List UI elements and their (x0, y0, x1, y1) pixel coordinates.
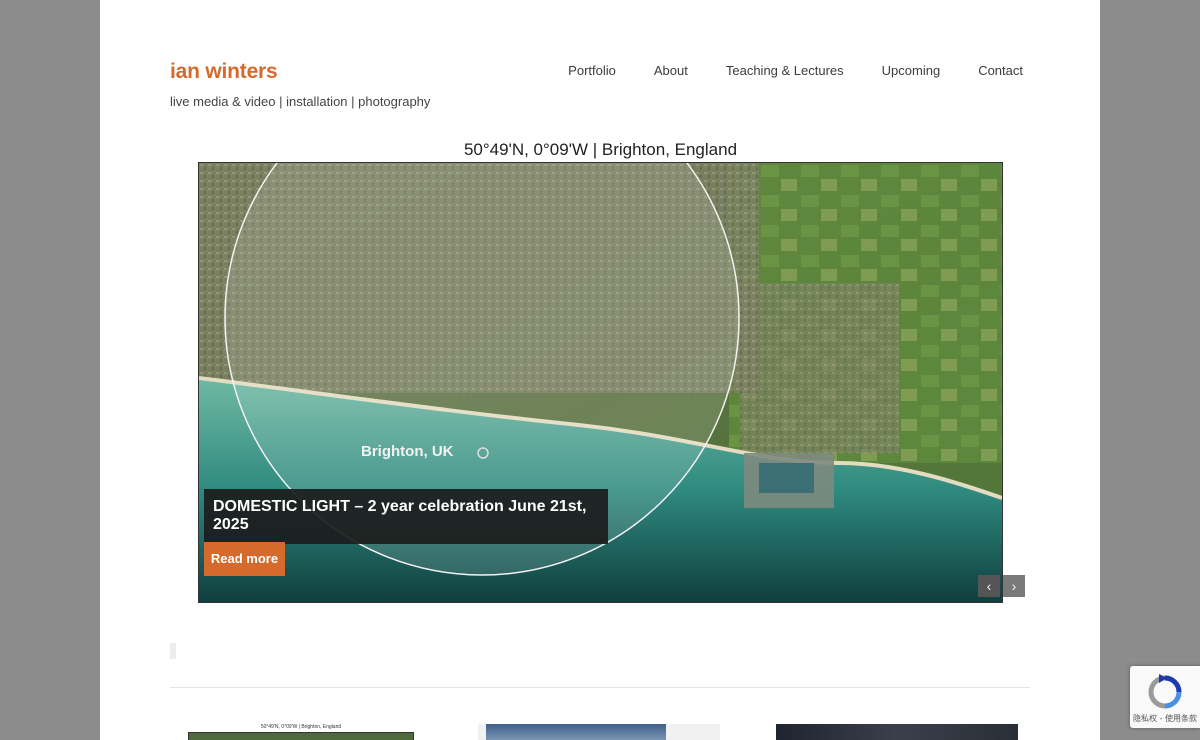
slide-image-header: 50°49'N, 0°09'W | Brighton, England (198, 138, 1003, 162)
slider-next-button[interactable]: › (1003, 575, 1025, 597)
site-tagline: live media & video | installation | phot… (170, 94, 431, 109)
read-more-button[interactable]: Read more (204, 542, 285, 576)
thumbnail-image (188, 732, 414, 740)
main-nav: Portfolio About Teaching & Lectures Upco… (568, 63, 1023, 78)
slide-image-header-text: 50°49'N, 0°09'W | Brighton, England (463, 140, 738, 159)
chevron-right-icon: › (1011, 578, 1017, 594)
section-divider (170, 687, 1030, 688)
thumbnail-image (776, 724, 1018, 740)
portfolio-thumbnail[interactable] (478, 724, 720, 740)
recaptcha-terms-text[interactable]: 隐私权 - 使用条款 (1130, 713, 1200, 724)
nav-item-teaching-lectures[interactable]: Teaching & Lectures (726, 63, 844, 78)
portfolio-thumbnail[interactable] (776, 724, 1018, 740)
recaptcha-icon (1148, 674, 1182, 709)
nav-item-portfolio[interactable]: Portfolio (568, 63, 616, 78)
thumbnail-caption: 50°49'N, 0°09'W | Brighton, England (260, 724, 342, 730)
thumbnail-image (486, 724, 666, 740)
nav-item-upcoming[interactable]: Upcoming (882, 63, 941, 78)
nav-item-contact[interactable]: Contact (978, 63, 1023, 78)
nav-item-about[interactable]: About (654, 63, 688, 78)
recaptcha-badge[interactable]: 隐私权 - 使用条款 (1130, 666, 1200, 728)
chevron-left-icon: ‹ (986, 578, 992, 594)
site-title[interactable]: ian winters (170, 60, 278, 84)
slider-prev-button[interactable]: ‹ (978, 575, 1000, 597)
content-marker (170, 643, 176, 659)
page-container: ian winters live media & video | install… (100, 0, 1100, 740)
portfolio-thumbnail[interactable]: 50°49'N, 0°09'W | Brighton, England (186, 724, 416, 740)
map-label: Brighton, UK (361, 443, 454, 460)
slide-title[interactable]: DOMESTIC LIGHT – 2 year celebration June… (204, 489, 608, 544)
